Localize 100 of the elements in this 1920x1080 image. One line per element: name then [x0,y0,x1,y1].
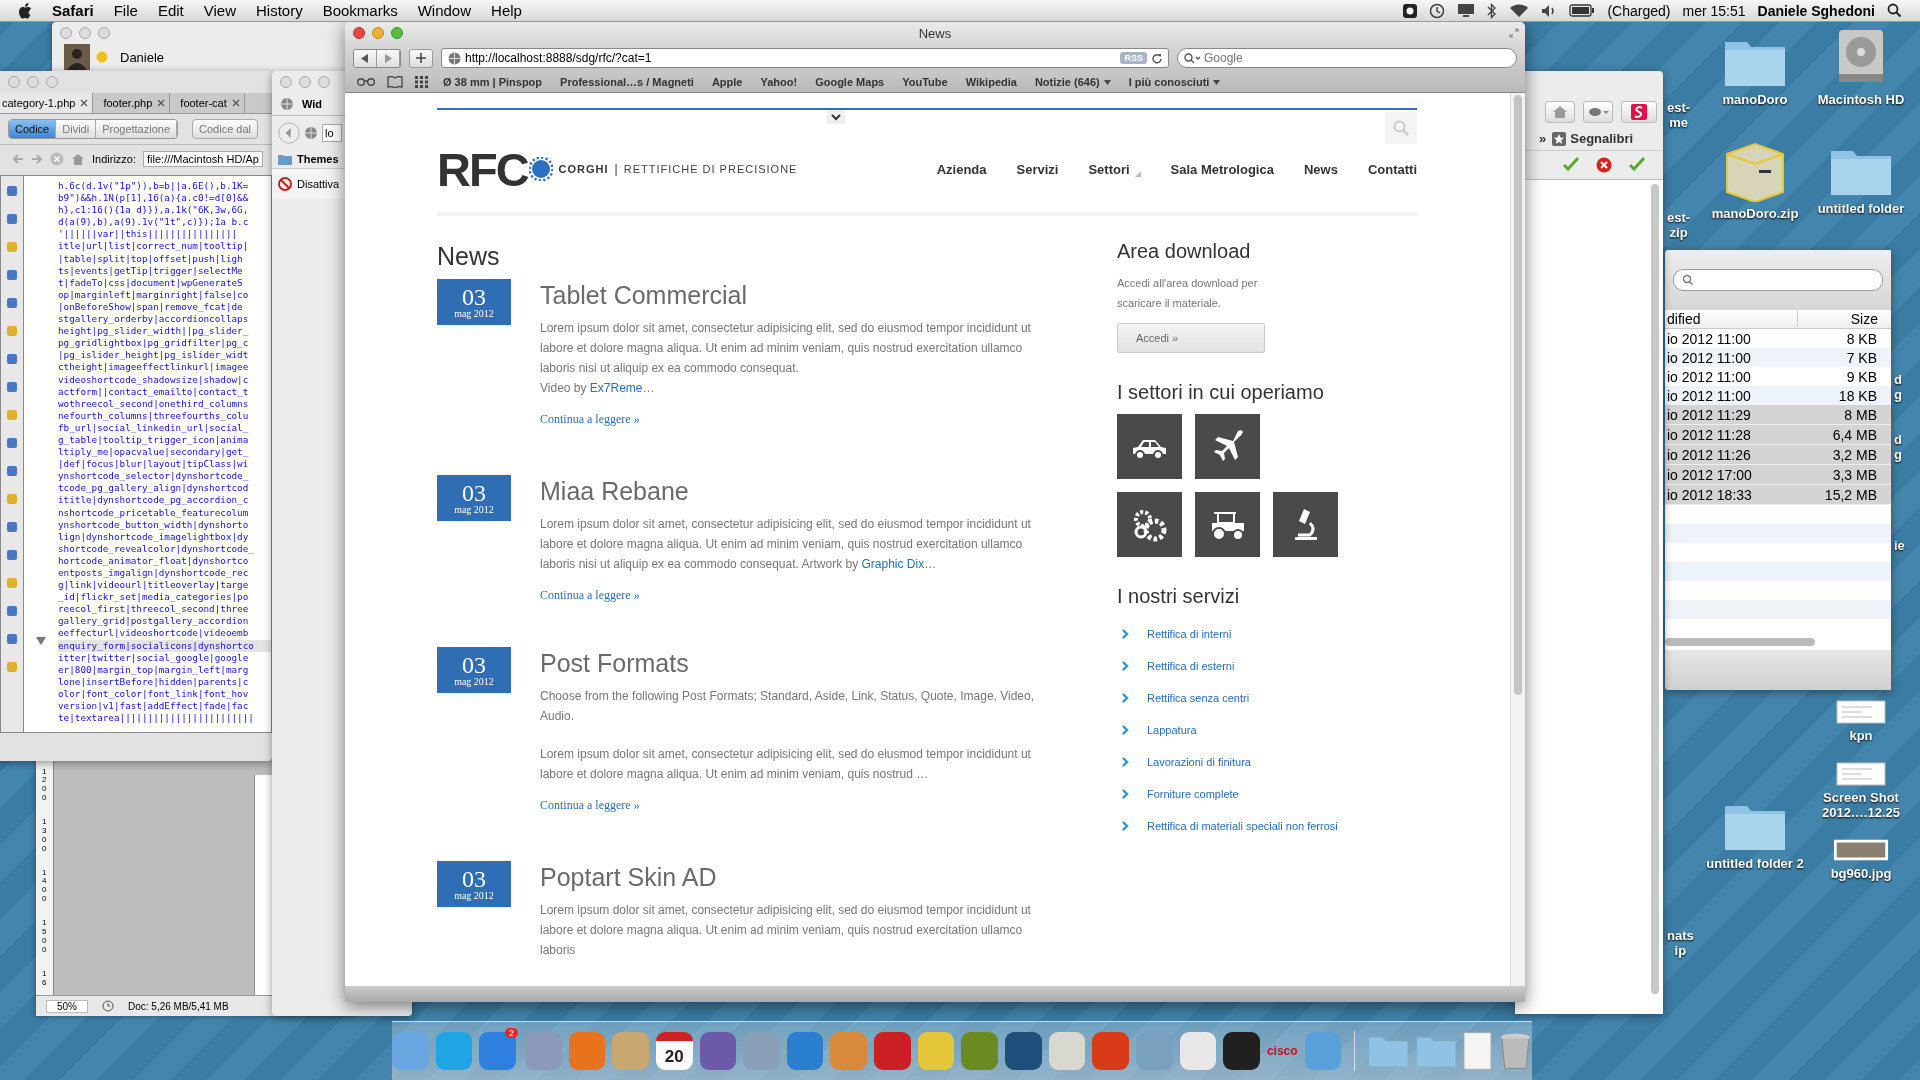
scrollbar[interactable] [1651,184,1659,994]
close-button[interactable] [353,27,365,39]
tool-icon[interactable] [5,240,19,254]
service-link[interactable]: Rettifica di materiali speciali non ferrosi [1147,820,1338,832]
icon-label[interactable]: Macintosh HD [1817,92,1905,107]
tool-icon[interactable] [5,604,19,618]
post-title[interactable]: Miaa Rebane [540,477,1037,506]
menu-item[interactable]: Help [491,2,522,19]
menu-item[interactable]: View [203,2,236,19]
credit-link[interactable]: Ex7Reme [589,381,643,395]
tool-icon[interactable] [5,212,19,226]
stop-icon[interactable] [50,152,64,166]
icon-label[interactable]: untitled folder 2 [1706,856,1804,871]
file-row[interactable]: io 2012 11:00 8 KB [1665,329,1891,348]
battery-status[interactable]: (Charged) [1607,2,1671,19]
bookmark-link[interactable]: Yahoo! [757,76,801,88]
tool-icon[interactable] [5,296,19,310]
read-more-link[interactable]: Continua a leggere » [540,412,1037,427]
reading-list-icon[interactable] [357,77,375,87]
service-link[interactable]: Lappatura [1147,724,1197,736]
icon-label[interactable]: d [1894,372,1902,387]
add-bookmark-button[interactable] [409,48,433,68]
bookmark-link[interactable]: Apple [708,76,746,88]
tool-icon[interactable] [5,380,19,394]
grid-icon[interactable] [415,76,428,88]
clock-icon[interactable] [1429,2,1446,19]
home-button[interactable] [1545,101,1575,123]
icon-label[interactable]: est- [1667,100,1691,115]
tool-icon[interactable] [5,184,19,198]
menu-item[interactable]: History [256,2,303,19]
file-tab[interactable]: category-1.php [0,93,94,113]
fullscreen-icon[interactable] [1509,28,1519,38]
app-icon[interactable] [1223,1032,1260,1070]
live-code-button[interactable]: Codice dal [192,119,259,139]
tool-icon[interactable] [5,520,19,534]
address-field[interactable]: file:///Macintosh HD/Ap [143,151,263,167]
icon-label[interactable]: g [1894,387,1902,402]
scrollbar[interactable] [1510,93,1525,986]
trash-icon[interactable] [1499,1031,1532,1071]
display-icon[interactable] [1457,3,1476,18]
notice-text[interactable]: Disattiva [297,178,340,190]
icon-label[interactable]: zip [1667,225,1691,240]
tool-icon[interactable] [5,576,19,590]
minimize-button[interactable] [27,76,39,88]
fold-icon[interactable] [36,637,46,645]
check-icon[interactable] [1628,157,1645,171]
bookmark-folder[interactable]: Themes [297,153,339,165]
scrollbar[interactable] [1665,638,1815,646]
icon-label[interactable]: d [1894,432,1902,447]
sector-button[interactable] [1117,414,1182,479]
extension-button[interactable] [1583,101,1613,123]
view-button[interactable]: Codice [9,120,57,138]
close-icon[interactable] [157,99,166,107]
bookmark-link[interactable]: Wikipedia [962,76,1020,88]
icon-label[interactable]: me [1667,115,1691,130]
extension-button[interactable] [1621,101,1657,123]
menu-item[interactable]: Safari [52,2,94,19]
icon-label[interactable]: nats [1667,928,1694,943]
column-header[interactable]: dified [1665,311,1798,327]
bookmark-link[interactable]: Professional…s / Magneti [557,76,697,88]
service-link[interactable]: Forniture complete [1147,788,1239,800]
back-icon[interactable] [12,153,24,165]
menu-clock[interactable]: mer 15:51 [1682,2,1746,19]
icon-label[interactable]: bg960.jpg [1830,866,1892,881]
nav-link[interactable]: Sala Metrologica [1170,161,1274,177]
view-button[interactable]: Dividi [56,120,97,138]
post-title[interactable]: Tablet Commercial [540,281,1037,310]
app-icon[interactable] [1005,1032,1042,1070]
minimize-button[interactable] [299,76,311,88]
tool-icon[interactable] [5,436,19,450]
icon-label[interactable]: est- [1667,210,1691,225]
logo-text[interactable]: RFC [437,145,528,193]
user-name[interactable]: Daniele Sghedoni [1757,2,1875,19]
file-row[interactable]: io 2012 11:00 7 KB [1665,348,1891,367]
sector-button[interactable] [1195,414,1260,479]
zoom-button[interactable] [98,27,110,39]
tool-icon[interactable] [5,632,19,646]
icon-label[interactable]: untitled folder [1817,201,1905,216]
zoom-button[interactable] [318,76,330,88]
search-field[interactable] [1673,269,1883,291]
wifi-icon[interactable] [1509,3,1530,18]
menu-item[interactable]: File [113,2,138,19]
battery-icon[interactable] [1569,4,1596,17]
bookmark-link[interactable]: Ø 38 mm | Pinspop [440,76,546,88]
icon-label[interactable]: ie [1894,538,1905,553]
check-icon[interactable] [1563,157,1580,171]
zoom-field[interactable]: 50% [46,999,88,1013]
search-icon[interactable] [1887,3,1902,18]
login-button[interactable]: Accedi » [1117,323,1265,353]
zoom-button[interactable] [391,27,403,39]
minimize-button[interactable] [372,27,384,39]
view-button[interactable]: Progettazione [96,120,178,138]
file-tab[interactable]: footer-cat [170,93,245,113]
box-icon[interactable] [1723,140,1787,202]
tool-icon[interactable] [5,548,19,562]
close-icon[interactable] [231,99,240,107]
file-row[interactable]: io 2012 11:00 18 KB [1665,386,1891,405]
icon-label[interactable]: manoDoro.zip [1711,206,1799,221]
calendar-icon[interactable]: 20 [655,1032,693,1070]
nav-link[interactable]: Settori [1088,161,1141,177]
